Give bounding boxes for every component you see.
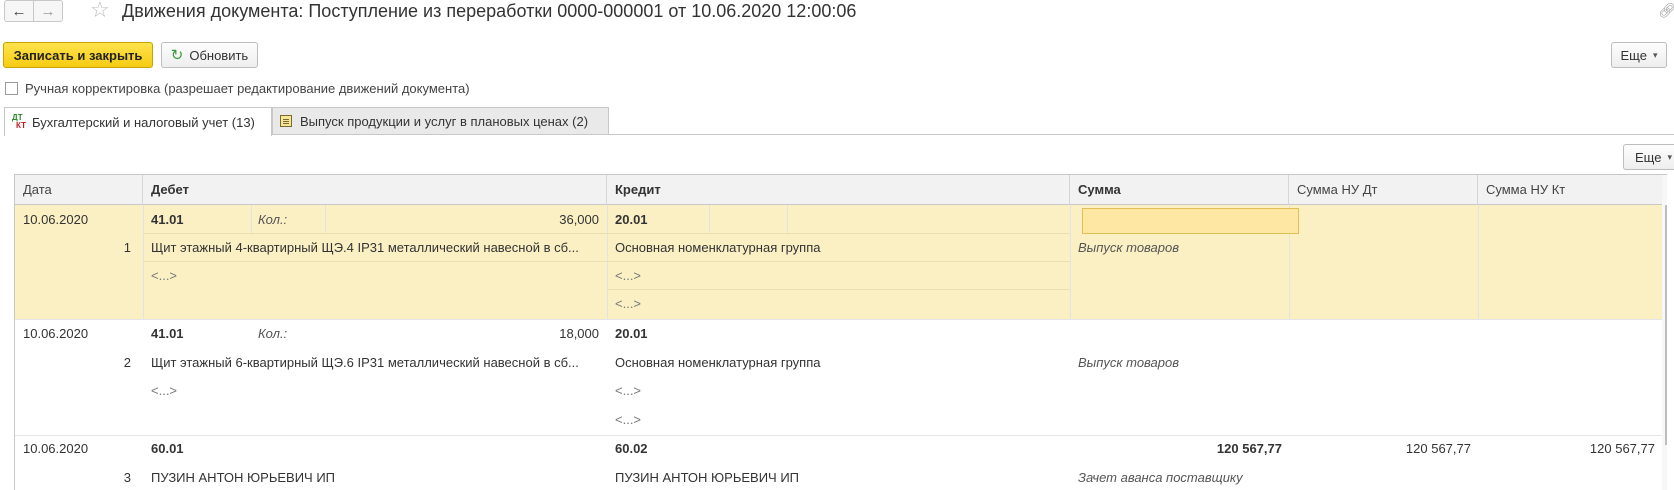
row1-debit-subconto2: <...> (151, 268, 178, 283)
more-button[interactable]: Еще ▾ (1611, 42, 1667, 68)
row2-credit-subconto2: <...> (615, 383, 642, 398)
link-icon[interactable]: 🔗︎ (1658, 2, 1674, 19)
row2-qty: 18,000 (559, 326, 599, 341)
column-divider (787, 205, 788, 233)
refresh-button[interactable]: ↻ Обновить (161, 42, 258, 68)
dt-kt-icon: ДТ КТ (12, 113, 26, 130)
column-divider (709, 205, 710, 233)
tab-production-output[interactable]: Выпуск продукции и услуг в плановых цена… (272, 107, 609, 134)
row1-date: 10.06.2020 (23, 212, 89, 227)
row-divider (143, 233, 1070, 234)
save-and-close-button[interactable]: Записать и закрыть (3, 42, 153, 68)
refresh-label: Обновить (189, 47, 249, 63)
tab-accounting-label: Бухгалтерский и налоговый учет (13) (31, 114, 255, 130)
column-header-debit[interactable]: Дебет (143, 175, 607, 205)
row2-date: 10.06.2020 (23, 326, 89, 341)
forward-button[interactable]: → (33, 0, 63, 22)
window-title: Движения документа: Поступление из перер… (122, 1, 857, 21)
grid-more-label: Еще (1635, 149, 1662, 165)
row3-debit-subconto1: ПУЗИН АНТОН ЮРЬЕВИЧ ИП (151, 470, 336, 485)
row2-debit-subconto2: <...> (151, 383, 178, 398)
row1-number: 1 (123, 240, 131, 255)
row-divider (143, 261, 1070, 262)
row3-debit-account: 60.01 (151, 441, 184, 456)
row1-sum-description: Выпуск товаров (1078, 240, 1180, 255)
column-divider (1070, 205, 1071, 319)
row3-sum: 120 567,77 (1216, 441, 1282, 456)
row2-number: 2 (123, 355, 131, 370)
row3-nu-kt: 120 567,77 (1589, 441, 1655, 456)
row2-credit-account: 20.01 (615, 326, 648, 341)
column-header-date[interactable]: Дата (15, 175, 143, 205)
arrow-right-icon: → (40, 2, 56, 20)
column-divider (143, 205, 144, 319)
row1-qty: 36,000 (559, 212, 599, 227)
more-label: Еще (1620, 47, 1647, 63)
movements-table[interactable]: Дата Дебет Кредит Сумма Сумма НУ Дт Сумм… (14, 174, 1667, 490)
chevron-down-icon: ▾ (1652, 49, 1658, 60)
row3-date: 10.06.2020 (23, 441, 89, 456)
chevron-down-icon: ▾ (1667, 151, 1672, 162)
row2-sum-description: Выпуск товаров (1078, 355, 1180, 370)
tab-production-output-label: Выпуск продукции и услуг в плановых цена… (300, 113, 589, 129)
column-header-nu-kt[interactable]: Сумма НУ Кт (1478, 175, 1666, 205)
row1-credit-subconto1: Основная номенклатурная группа (615, 240, 821, 255)
row1-debit-subconto1: Щит этажный 4-квартирный ЩЭ.4 IP31 метал… (151, 240, 579, 255)
row3-credit-subconto1: ПУЗИН АНТОН ЮРЬЕВИЧ ИП (615, 470, 800, 485)
column-header-nu-dt[interactable]: Сумма НУ Дт (1289, 175, 1478, 205)
row3-credit-account: 60.02 (615, 441, 648, 456)
sum-cell-focused[interactable] (1082, 208, 1299, 234)
refresh-icon: ↻ (170, 47, 184, 64)
save-and-close-label: Записать и закрыть (13, 47, 143, 63)
row1-debit-account: 41.01 (151, 212, 184, 227)
row3-number: 3 (123, 470, 131, 485)
row1-credit-account: 20.01 (615, 212, 648, 227)
row-separator (15, 319, 1667, 320)
row2-debit-subconto1: Щит этажный 6-квартирный ЩЭ.6 IP31 метал… (151, 355, 579, 370)
column-header-sum[interactable]: Сумма (1070, 175, 1289, 205)
row2-qty-label: Кол.: (258, 326, 288, 341)
column-divider (251, 205, 252, 233)
row2-debit-account: 41.01 (151, 326, 184, 341)
column-divider (325, 205, 326, 233)
row1-qty-label: Кол.: (258, 212, 288, 227)
row1-credit-subconto2: <...> (615, 268, 642, 283)
column-header-credit[interactable]: Кредит (607, 175, 1070, 205)
column-divider (607, 205, 608, 319)
document-icon (280, 115, 292, 127)
row2-credit-subconto3: <...> (615, 412, 642, 427)
row1-credit-subconto3: <...> (615, 296, 642, 311)
manual-edit-checkbox[interactable] (5, 82, 18, 95)
tab-accounting[interactable]: ДТ КТ Бухгалтерский и налоговый учет (13) (4, 107, 272, 136)
star-icon[interactable]: ☆ (90, 0, 110, 23)
row2-credit-subconto1: Основная номенклатурная группа (615, 355, 821, 370)
row3-nu-dt: 120 567,77 (1405, 441, 1471, 456)
row-separator (15, 435, 1667, 436)
grid-more-button[interactable]: Еще ▾ (1623, 144, 1674, 170)
manual-edit-label: Ручная корректировка (разрешает редактир… (25, 81, 470, 96)
row-divider (607, 289, 1070, 290)
arrow-left-icon: ← (11, 2, 27, 20)
column-divider (1478, 205, 1479, 319)
vertical-scrollbar-thumb[interactable] (1665, 205, 1667, 445)
row3-sum-description: Зачет аванса поставщику (1078, 470, 1243, 485)
back-button[interactable]: ← (4, 0, 34, 22)
